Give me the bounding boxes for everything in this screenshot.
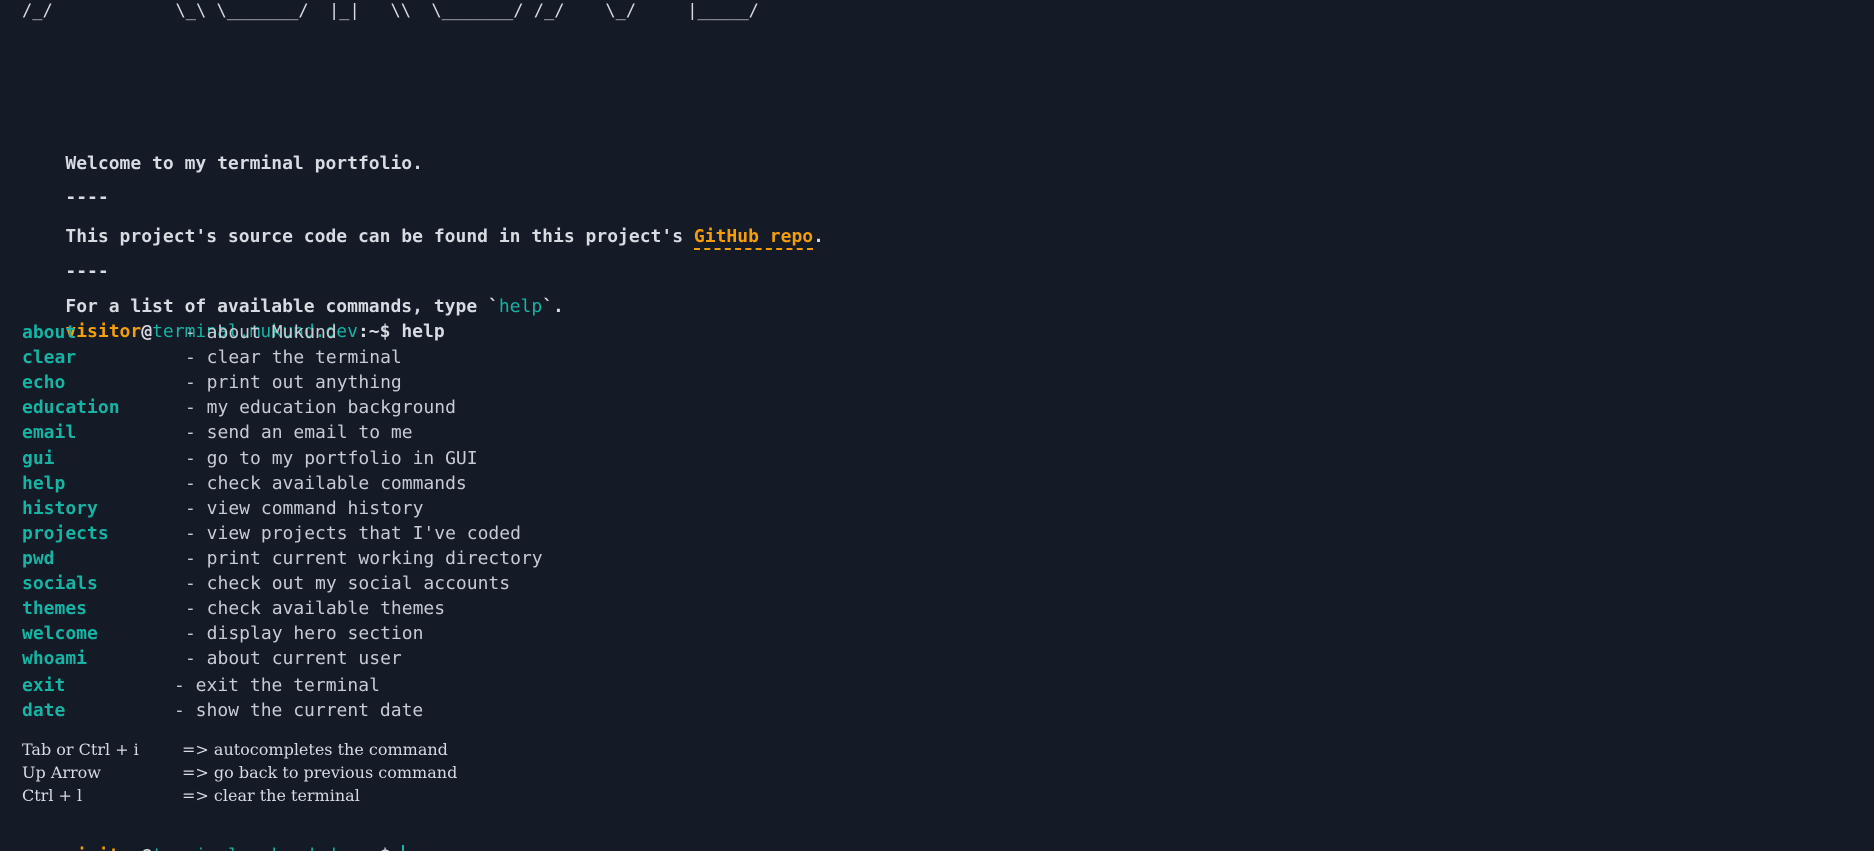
command-description: - my education background	[185, 397, 456, 418]
hint-key: Up Arrow	[22, 763, 101, 782]
command-description: - print out anything	[185, 372, 402, 393]
prompt-at: @	[141, 321, 153, 342]
command-name[interactable]: email	[22, 420, 76, 445]
prompt-line-active[interactable]: visitor@terminal.mukund.dev:~$	[22, 820, 405, 851]
command-description: - go to my portfolio in GUI	[185, 448, 478, 469]
source-line: This project's source code can be found …	[22, 201, 824, 273]
command-description: - check available themes	[185, 598, 446, 619]
text-cursor	[402, 844, 405, 851]
prompt-user: visitor	[65, 321, 142, 342]
source-prefix: This project's source code can be found …	[65, 226, 694, 247]
prompt-user: visitor	[65, 845, 141, 851]
command-name[interactable]: projects	[22, 521, 109, 546]
prompt-symbol: :~$	[357, 321, 391, 342]
command-name[interactable]: themes	[22, 596, 87, 621]
command-name[interactable]: gui	[22, 446, 55, 471]
command-name[interactable]: pwd	[22, 546, 55, 571]
help-hint-command: help	[498, 296, 543, 317]
command-description: - view command history	[185, 498, 424, 519]
command-description: - send an email to me	[185, 422, 413, 443]
command-name[interactable]: date	[22, 698, 65, 723]
github-repo-link[interactable]: GitHub repo	[693, 226, 814, 250]
welcome-text: Welcome to my terminal portfolio.	[65, 153, 423, 174]
command-description: - check out my social accounts	[185, 573, 511, 594]
terminal-window[interactable]: /_/ \_\ \_______/ |_| \\ \_______/ /_/ \…	[22, 0, 1852, 851]
command-description: - clear the terminal	[185, 347, 402, 368]
hint-description: => clear the terminal	[182, 786, 360, 805]
command-input[interactable]	[390, 844, 405, 851]
ascii-banner: /_/ \_\ \_______/ |_| \\ \_______/ /_/ \…	[22, 1, 759, 21]
command-name[interactable]: whoami	[22, 646, 87, 671]
command-description: - view projects that I've coded	[185, 523, 521, 544]
entered-command: help	[401, 321, 445, 342]
command-description: - check available commands	[185, 473, 467, 494]
command-name[interactable]: socials	[22, 571, 98, 596]
help-hint-suffix: `.	[542, 296, 564, 317]
command-description: - display hero section	[185, 623, 424, 644]
command-description: - about Mukund	[185, 322, 337, 343]
prompt-at: @	[141, 845, 152, 851]
command-name[interactable]: exit	[22, 673, 65, 698]
command-description: - show the current date	[174, 700, 424, 721]
command-name[interactable]: clear	[22, 345, 76, 370]
command-name[interactable]: welcome	[22, 621, 98, 646]
command-name[interactable]: history	[22, 496, 98, 521]
command-name[interactable]: about	[22, 320, 76, 345]
prompt-symbol: :~$	[358, 845, 391, 851]
command-name[interactable]: education	[22, 395, 120, 420]
prompt-host: terminal.mukund.dev	[152, 845, 358, 851]
hint-key: Tab or Ctrl + i	[22, 740, 139, 759]
source-suffix: .	[813, 226, 824, 247]
hint-description: => autocompletes the command	[182, 740, 448, 759]
command-description: - print current working directory	[185, 548, 543, 569]
hint-description: => go back to previous command	[182, 763, 458, 782]
command-name[interactable]: echo	[22, 370, 65, 395]
hint-key: Ctrl + l	[22, 786, 83, 805]
command-description: - exit the terminal	[174, 675, 380, 696]
command-name[interactable]: help	[22, 471, 65, 496]
command-description: - about current user	[185, 648, 402, 669]
